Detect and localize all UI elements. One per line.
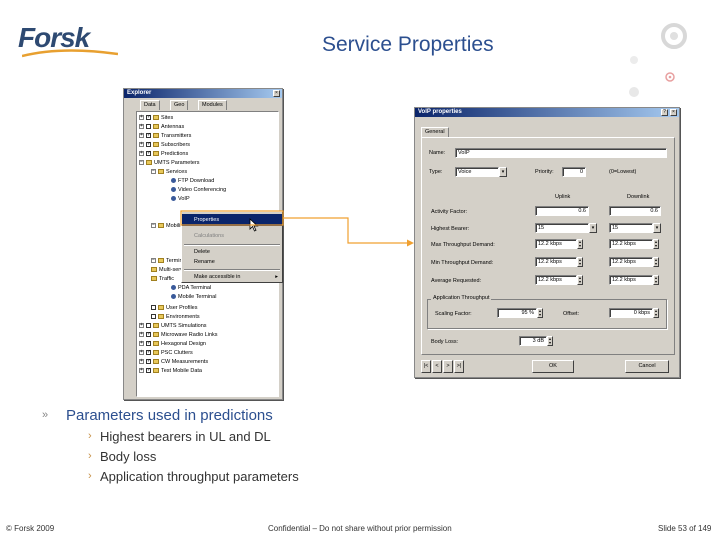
activity-factor-label: Activity Factor:	[431, 209, 468, 215]
footer-copyright: © Forsk 2009	[6, 524, 55, 533]
priority-label: Priority:	[535, 169, 554, 175]
menu-item-make-accessible[interactable]: Make accessible in ▸	[182, 271, 282, 283]
priority-field[interactable]: 0	[562, 167, 586, 177]
type-label: Type:	[429, 169, 443, 175]
connector-arrow-icon	[180, 210, 414, 247]
tree-item[interactable]: + ✓ Test Mobile Data	[139, 368, 202, 375]
tree-item[interactable]: PDA Terminal	[171, 285, 211, 292]
average-requested-label: Average Requested:	[431, 278, 482, 284]
tree-item[interactable]: + ✓ Predictions	[139, 151, 188, 158]
spinner-icon[interactable]: ▴ ▾	[577, 275, 583, 285]
decorative-circles-icon	[629, 23, 687, 97]
type-dropdown-arrow-icon[interactable]: ▾	[499, 167, 507, 177]
tree-item[interactable]: + ✓ PSC Clutters	[139, 350, 193, 357]
nav-prev-button[interactable]: <	[432, 360, 442, 373]
explorer-titlebar: Explorer	[124, 89, 282, 98]
bullet-sub: Application throughput parameters	[100, 469, 299, 484]
highest-bearer-dl-select[interactable]: 15	[609, 223, 653, 233]
average-requested-ul-field[interactable]: 12.2 kbps	[535, 275, 577, 285]
priority-note: (0=Lowest)	[609, 169, 637, 175]
scaling-factor-field[interactable]: 95 %	[497, 308, 537, 318]
tree-item[interactable]: + ✓ Microwave Radio Links	[139, 332, 218, 339]
spinner-icon[interactable]: ▴ ▾	[653, 257, 659, 267]
offset-label: Offset:	[563, 311, 580, 317]
name-field[interactable]: VoIP	[455, 148, 667, 158]
min-throughput-ul-field[interactable]: 12.2 kbps	[535, 257, 577, 267]
tree-item[interactable]: Environments	[151, 314, 200, 321]
bullet-marker-icon: ›	[88, 450, 92, 462]
dropdown-arrow-icon[interactable]: ▾	[653, 223, 661, 233]
tree-item[interactable]: + ✓ Sites	[139, 115, 173, 122]
min-throughput-dl-field[interactable]: 12.2 kbps	[609, 257, 653, 267]
tab-modules[interactable]: Modules	[198, 100, 227, 110]
tree-item[interactable]: User Profiles	[151, 305, 197, 312]
tree-item[interactable]: VoIP	[171, 196, 190, 203]
slide-title: Service Properties	[322, 33, 494, 56]
name-label: Name:	[429, 150, 446, 156]
tree-item[interactable]: + ✓ Transmitters	[139, 133, 191, 140]
spinner-icon[interactable]: ▴ ▾	[653, 239, 659, 249]
spinner-icon[interactable]: ▴ ▾	[537, 308, 543, 318]
tree-item[interactable]: Mobile Terminal	[171, 294, 216, 301]
tree-item[interactable]: + ✓ Hexagonal Design	[139, 341, 206, 348]
highest-bearer-ul-select[interactable]: 15	[535, 223, 589, 233]
spinner-icon[interactable]: ▴ ▾	[577, 239, 583, 249]
max-throughput-ul-field[interactable]: 12.2 kbps	[535, 239, 577, 249]
tree-item[interactable]: + ✓ Subscribers	[139, 142, 190, 149]
cancel-button[interactable]: Cancel	[625, 360, 669, 373]
tab-geo[interactable]: Geo	[170, 100, 189, 110]
menu-item-rename[interactable]: Rename	[182, 256, 282, 268]
min-throughput-label: Min Throughput Demand:	[431, 260, 494, 266]
max-throughput-label: Max Throughput Demand:	[431, 242, 495, 248]
average-requested-dl-field[interactable]: 12.2 kbps	[609, 275, 653, 285]
body-loss-label: Body Loss:	[431, 339, 459, 345]
tree-item[interactable]: Video Conferencing	[171, 187, 226, 194]
nav-first-button[interactable]: |<	[421, 360, 431, 373]
highest-bearer-label: Highest Bearer:	[431, 226, 470, 232]
tree-item[interactable]: + UMTS Simulations	[139, 323, 207, 330]
spinner-icon[interactable]: ▴ ▾	[653, 275, 659, 285]
scaling-factor-label: Scaling Factor:	[435, 311, 472, 317]
logo-swoosh-icon	[22, 49, 118, 58]
bullet-marker-icon: ›	[88, 430, 92, 442]
footer-slide-number: Slide 53 of 149	[658, 524, 712, 533]
tab-general[interactable]: General	[421, 127, 449, 137]
uplink-header: Uplink	[555, 194, 571, 200]
dialog-help-button[interactable]: ?	[661, 109, 668, 116]
downlink-header: Downlink	[627, 194, 650, 200]
dropdown-arrow-icon[interactable]: ▾	[589, 223, 597, 233]
spinner-icon[interactable]: ▴ ▾	[577, 257, 583, 267]
max-throughput-dl-field[interactable]: 12.2 kbps	[609, 239, 653, 249]
tree-item[interactable]: FTP Download	[171, 178, 214, 185]
ok-button[interactable]: OK	[532, 360, 574, 373]
application-throughput-title: Application Throughput	[431, 295, 492, 301]
type-select[interactable]: Voice	[455, 167, 499, 177]
spinner-icon[interactable]: ▴ ▾	[547, 336, 553, 346]
offset-field[interactable]: 0 kbps	[609, 308, 653, 318]
dialog-close-button[interactable]: ×	[670, 109, 677, 116]
tree-item[interactable]: − Services	[151, 169, 187, 176]
footer-confidential: Confidential – Do not share without prio…	[268, 524, 452, 533]
properties-dialog: VoIP properties ? × General Name: VoIP T…	[414, 107, 680, 378]
activity-factor-dl-field[interactable]: 0.6	[609, 206, 661, 216]
explorer-close-button[interactable]: ×	[273, 90, 280, 97]
bullet-marker-icon: »	[42, 409, 49, 421]
bullet-sub: Body loss	[100, 449, 157, 464]
bullet-main: Parameters used in predictions	[66, 407, 273, 424]
dialog-titlebar: VoIP properties	[415, 108, 679, 117]
nav-next-button[interactable]: >	[443, 360, 453, 373]
tree-item[interactable]: Traffic	[151, 276, 174, 283]
nav-last-button[interactable]: >|	[454, 360, 464, 373]
bullet-sub: Highest bearers in UL and DL	[100, 429, 271, 444]
bullet-marker-icon: ›	[88, 470, 92, 482]
tree-item[interactable]: − UMTS Parameters	[139, 160, 200, 167]
tree-item[interactable]: + ✓ CW Measurements	[139, 359, 208, 366]
spinner-icon[interactable]: ▴ ▾	[653, 308, 659, 318]
body-loss-field[interactable]: 3 dB	[519, 336, 547, 346]
tab-data[interactable]: Data	[140, 100, 160, 110]
tree-item[interactable]: + Antennas	[139, 124, 184, 131]
activity-factor-ul-field[interactable]: 0.6	[535, 206, 589, 216]
